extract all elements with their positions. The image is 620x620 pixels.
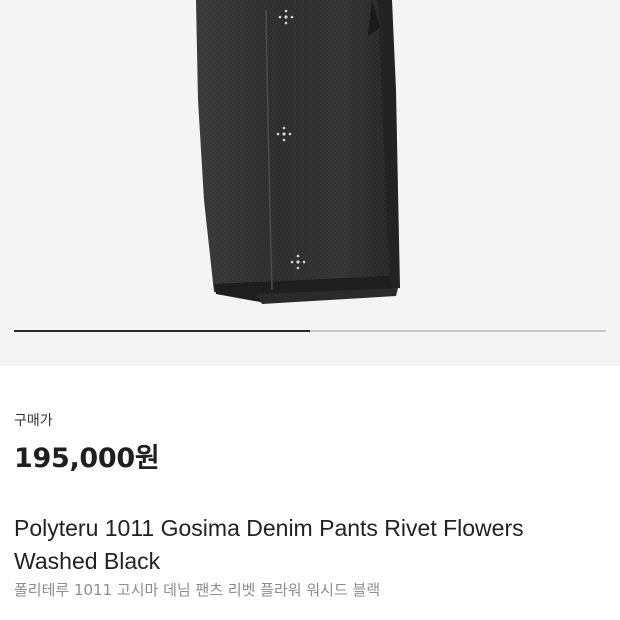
product-detail-page: 구매가 195,000원 Polyteru 1011 Gosima Denim … <box>0 0 620 620</box>
price-label: 구매가 <box>14 413 53 429</box>
denim-pants-illustration <box>196 0 400 304</box>
product-title: Polyteru 1011 Gosima Denim Pants Rivet F… <box>14 515 524 574</box>
product-subtitle-korean: 폴리테루 1011 고시마 데님 팬츠 리벳 플라워 워시드 블랙 <box>14 581 381 599</box>
product-image[interactable] <box>0 0 620 366</box>
gallery-progress-fill <box>14 330 310 332</box>
gallery-progress-bar <box>14 330 606 332</box>
price-value: 195,000원 <box>14 443 160 474</box>
